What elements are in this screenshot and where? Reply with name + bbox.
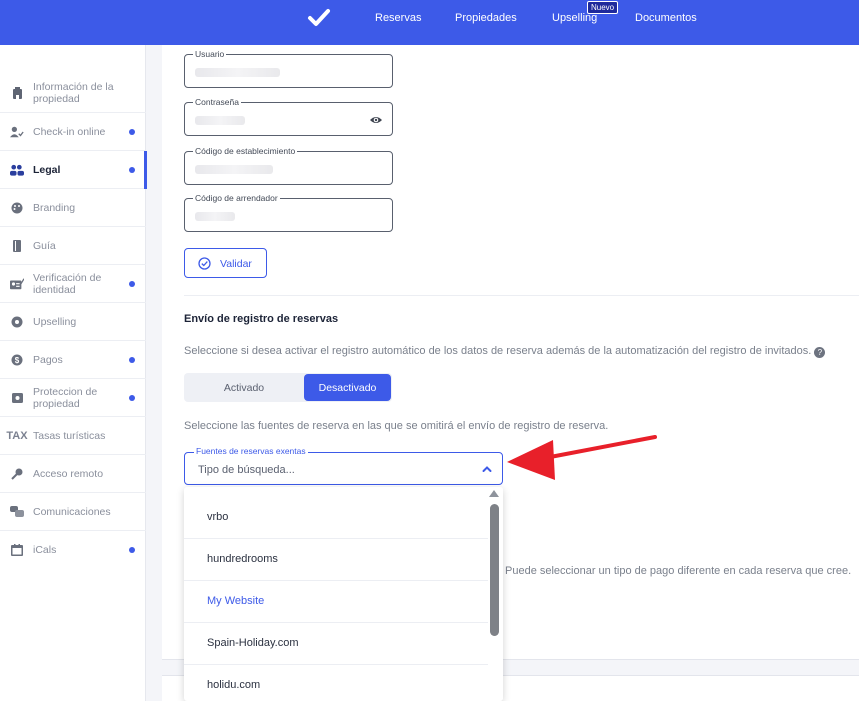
- sidebar-item-informacion[interactable]: Información de la propiedad: [0, 73, 146, 113]
- sidebar-item-label: Upselling: [33, 315, 77, 328]
- envio-toggle: Activado Desactivado: [184, 373, 392, 402]
- list-item[interactable]: Spain-Holiday.com: [184, 623, 488, 665]
- redacted-value: [195, 116, 245, 125]
- settings-sidebar: Información de la propiedad Check-in onl…: [0, 45, 147, 701]
- book-icon: [10, 239, 24, 253]
- sidebar-item-tasas[interactable]: TAX Tasas turísticas: [0, 417, 146, 455]
- toggle-activado[interactable]: Activado: [184, 373, 304, 402]
- field-label: Contraseña: [193, 97, 241, 107]
- fuentes-exentas-select[interactable]: Fuentes de reservas exentas Tipo de búsq…: [184, 446, 503, 485]
- user-check-icon: [10, 125, 24, 139]
- shield-icon: [10, 391, 24, 405]
- contrasena-field[interactable]: Contraseña: [184, 97, 393, 136]
- search-placeholder: Tipo de búsqueda...: [198, 464, 295, 476]
- check-circle-icon: [198, 257, 211, 270]
- section-title: Envío de registro de reservas: [184, 313, 339, 325]
- notification-dot: [129, 547, 135, 553]
- sidebar-item-label: Guía: [33, 239, 56, 252]
- sidebar-item-label: Acceso remoto: [33, 467, 104, 480]
- field-label: Código de arrendador: [193, 193, 280, 203]
- validar-label: Validar: [220, 258, 252, 270]
- redacted-value: [195, 68, 280, 77]
- field-label: Usuario: [193, 49, 227, 59]
- codigo-arrendador-field[interactable]: Código de arrendador: [184, 193, 393, 232]
- legal-users-icon: [10, 163, 24, 177]
- section-divider: [184, 295, 859, 296]
- tax-icon: TAX: [6, 429, 28, 442]
- palette-icon: [10, 201, 24, 215]
- notification-dot: [129, 128, 135, 135]
- sidebar-item-comunicaciones[interactable]: Comunicaciones: [0, 493, 146, 531]
- toggle-desactivado[interactable]: Desactivado: [304, 374, 391, 401]
- key-icon: [10, 467, 24, 481]
- dollar-icon: $: [10, 353, 24, 367]
- sidebar-item-label: Información de la propiedad: [33, 80, 114, 105]
- sidebar-item-legal[interactable]: Legal: [0, 151, 147, 189]
- list-item[interactable]: holidu.com: [184, 665, 488, 701]
- nav-reservas[interactable]: Reservas: [375, 12, 421, 24]
- sidebar-item-guia[interactable]: Guía: [0, 227, 146, 265]
- list-item[interactable]: vrbo: [184, 497, 488, 539]
- sidebar-item-icals[interactable]: iCals: [0, 531, 146, 569]
- notification-dot: [129, 394, 135, 401]
- sidebar-item-label: Tasas turísticas: [33, 429, 106, 442]
- field-label: Fuentes de reservas exentas: [194, 446, 308, 456]
- notification-dot: [129, 356, 135, 363]
- sources-description: Seleccione las fuentes de reserva en las…: [184, 420, 609, 432]
- sidebar-item-label: Comunicaciones: [33, 505, 111, 518]
- sidebar-item-acceso[interactable]: Acceso remoto: [0, 455, 146, 493]
- list-item[interactable]: hundredrooms: [184, 539, 488, 581]
- payment-description: Puede seleccionar un tipo de pago difere…: [505, 565, 852, 577]
- usuario-field[interactable]: Usuario: [184, 49, 393, 88]
- eye-icon[interactable]: [369, 113, 383, 127]
- scrollbar-thumb[interactable]: [490, 504, 499, 636]
- sidebar-item-label: Branding: [33, 201, 76, 214]
- list-item[interactable]: My Website: [184, 581, 488, 623]
- help-icon[interactable]: ?: [814, 347, 826, 358]
- sidebar-item-checkin[interactable]: Check-in online: [0, 113, 146, 151]
- validar-button[interactable]: Validar: [184, 248, 267, 278]
- sidebar-item-proteccion[interactable]: Proteccion de propiedad: [0, 379, 146, 417]
- redacted-value: [195, 212, 235, 221]
- sources-dropdown: vrbo hundredrooms My Website Spain-Holid…: [184, 487, 503, 701]
- svg-text:$: $: [15, 356, 20, 365]
- red-arrow-icon: [507, 435, 657, 480]
- redacted-value: [195, 165, 273, 174]
- sidebar-item-label: Check-in online: [33, 125, 106, 138]
- codigo-establecimiento-field[interactable]: Código de establecimiento: [184, 146, 393, 185]
- sidebar-item-branding[interactable]: Branding: [0, 189, 146, 227]
- sidebar-item-upselling[interactable]: Upselling: [0, 303, 146, 341]
- sidebar-item-label: Verificación de identidad: [33, 271, 102, 296]
- sidebar-item-verificacion[interactable]: Verificación de identidad: [0, 265, 146, 303]
- sidebar-item-pagos[interactable]: $ Pagos: [0, 341, 146, 379]
- id-card-icon: [10, 277, 24, 291]
- field-label: Código de establecimiento: [193, 146, 298, 156]
- building-icon: [10, 86, 24, 100]
- scroll-up-icon[interactable]: [489, 490, 499, 497]
- notification-dot: [129, 166, 135, 173]
- calendar-icon: [10, 543, 24, 557]
- envio-description: Seleccione si desea activar el registro …: [184, 345, 826, 358]
- sidebar-item-label: Pagos: [33, 353, 63, 366]
- sidebar-item-label: iCals: [33, 544, 57, 556]
- nav-propiedades[interactable]: Propiedades: [455, 12, 517, 24]
- new-badge: Nuevo: [587, 1, 619, 14]
- gear-badge-icon: [10, 315, 24, 329]
- notification-dot: [129, 280, 135, 287]
- check-icon[interactable]: [305, 6, 333, 30]
- sidebar-item-label: Legal: [33, 163, 61, 176]
- sidebar-item-label: Proteccion de propiedad: [33, 385, 98, 410]
- chevron-up-icon[interactable]: [482, 464, 492, 474]
- chat-icon: [10, 505, 24, 519]
- top-navbar: Reservas Propiedades Upselling Nuevo Doc…: [0, 0, 859, 45]
- nav-documentos[interactable]: Documentos: [635, 12, 697, 24]
